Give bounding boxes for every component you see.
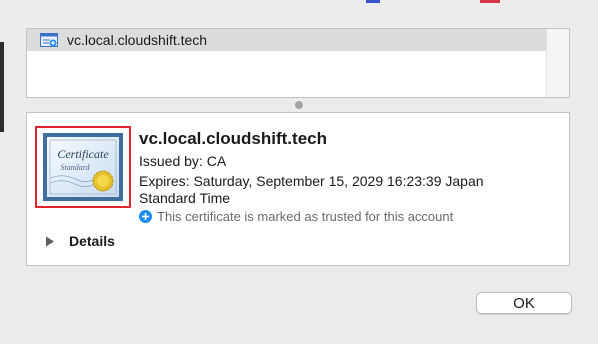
certificate-list-item[interactable]: vc.local.cloudshift.tech — [27, 29, 547, 51]
certificate-list[interactable]: vc.local.cloudshift.tech — [26, 28, 570, 98]
certificate-image-highlight: Certificate Standard — [35, 126, 131, 208]
disclosure-triangle-icon[interactable] — [45, 236, 55, 247]
trust-status-label: This certificate is marked as trusted fo… — [157, 209, 454, 224]
certificate-image: Certificate Standard — [43, 133, 123, 201]
trust-status: This certificate is marked as trusted fo… — [139, 209, 453, 224]
window-edge — [0, 42, 4, 132]
certificate-icon — [40, 33, 58, 47]
list-scrollbar[interactable] — [546, 29, 569, 97]
background-window-mark — [480, 0, 500, 3]
certificate-image-subtitle: Standard — [60, 163, 90, 172]
certificate-detail-panel: Certificate Standard vc.local.cloudshift… — [26, 112, 570, 266]
split-view-handle[interactable] — [295, 101, 303, 109]
details-disclosure[interactable]: Details — [45, 233, 115, 249]
certificate-list-item-label: vc.local.cloudshift.tech — [67, 32, 208, 48]
certificate-issuer: Issued by: CA — [139, 153, 227, 169]
details-label: Details — [69, 233, 115, 249]
ok-button[interactable]: OK — [476, 292, 572, 314]
certificate-expiration: Expires: Saturday, September 15, 2029 16… — [139, 173, 484, 206]
background-window-mark — [366, 0, 380, 3]
plus-circle-icon — [139, 210, 152, 223]
certificate-common-name: vc.local.cloudshift.tech — [139, 129, 327, 148]
certificate-image-title: Certificate — [57, 147, 109, 161]
